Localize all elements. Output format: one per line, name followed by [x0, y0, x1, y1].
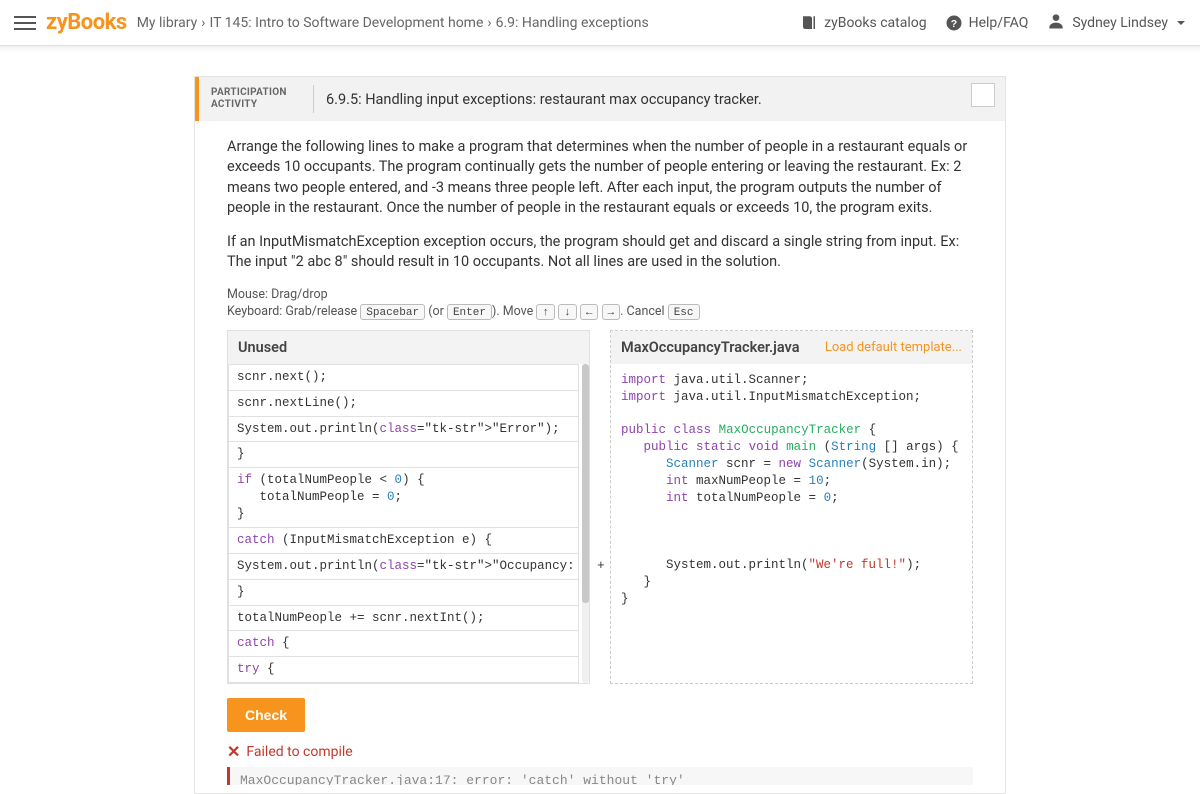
error-x-icon: ✕: [227, 742, 240, 761]
chevron-down-icon: [1176, 18, 1186, 28]
key-up: ↑: [536, 304, 555, 320]
drag-item[interactable]: System.out.println(class="tk-str">"Occup…: [228, 554, 579, 580]
progress-indicator: [971, 83, 995, 107]
error-output: MaxOccupancyTracker.java:17: error: 'cat…: [227, 767, 973, 785]
unused-panel: Unused scnr.next();scnr.nextLine();Syste…: [227, 330, 590, 684]
activity-type-label: PARTICIPATION ACTIVITY: [211, 87, 301, 111]
book-icon: [800, 14, 818, 32]
drag-list[interactable]: scnr.next();scnr.nextLine();System.out.p…: [228, 364, 589, 683]
drag-item[interactable]: }: [228, 442, 579, 468]
drag-item[interactable]: if (totalNumPeople < 0) { totalNumPeople…: [228, 468, 579, 528]
activity-description-1: Arrange the following lines to make a pr…: [227, 137, 973, 218]
drag-item[interactable]: }: [228, 580, 579, 606]
logo[interactable]: zyBooks: [46, 10, 127, 35]
top-bar: zyBooks My library › IT 145: Intro to So…: [0, 0, 1200, 46]
breadcrumb-course[interactable]: IT 145: Intro to Software Development ho…: [210, 15, 484, 31]
user-menu[interactable]: Sydney Lindsey: [1046, 11, 1186, 35]
drag-item[interactable]: totalNumPeople += scnr.nextInt();: [228, 606, 579, 632]
breadcrumb: My library › IT 145: Intro to Software D…: [137, 15, 649, 31]
drag-item[interactable]: System.out.println(class="tk-str">"Error…: [228, 417, 579, 443]
drag-item[interactable]: catch {: [228, 631, 579, 657]
catalog-link[interactable]: zyBooks catalog: [800, 14, 926, 32]
unused-header: Unused: [228, 331, 589, 364]
key-enter: Enter: [447, 304, 492, 320]
scrollbar[interactable]: [582, 364, 589, 683]
code-panel: MaxOccupancyTracker.java Load default te…: [610, 330, 973, 684]
breadcrumb-library[interactable]: My library: [137, 15, 198, 31]
code-area[interactable]: import java.util.Scanner; import java.ut…: [611, 364, 972, 654]
check-button[interactable]: Check: [227, 698, 305, 732]
code-header: MaxOccupancyTracker.java Load default te…: [611, 331, 972, 364]
hint-keyboard: Keyboard: Grab/release Spacebar (or Ente…: [227, 304, 973, 320]
activity-card: PARTICIPATION ACTIVITY 6.9.5: Handling i…: [194, 76, 1006, 794]
load-default-link[interactable]: Load default template...: [825, 340, 962, 355]
activity-title: 6.9.5: Handling input exceptions: restau…: [326, 91, 762, 108]
help-link[interactable]: ? Help/FAQ: [945, 14, 1029, 32]
drag-item[interactable]: scnr.next();: [228, 364, 579, 391]
help-icon: ?: [945, 14, 963, 32]
svg-text:?: ?: [950, 17, 956, 29]
hint-mouse: Mouse: Drag/drop: [227, 287, 973, 302]
key-left: ←: [580, 304, 599, 320]
drag-item[interactable]: scnr.nextLine();: [228, 391, 579, 417]
key-right: →: [602, 304, 621, 320]
activity-header: PARTICIPATION ACTIVITY 6.9.5: Handling i…: [195, 77, 1005, 121]
activity-description-2: If an InputMismatchException exception o…: [227, 232, 973, 273]
menu-icon[interactable]: [14, 12, 36, 34]
key-down: ↓: [558, 304, 577, 320]
avatar-icon: [1046, 11, 1066, 35]
key-esc: Esc: [668, 304, 700, 320]
key-space: Spacebar: [360, 304, 425, 320]
breadcrumb-section: 6.9: Handling exceptions: [496, 15, 649, 31]
compile-fail-row: ✕ Failed to compile: [227, 742, 973, 761]
drag-item[interactable]: catch (InputMismatchException e) {: [228, 528, 579, 554]
drag-item[interactable]: try {: [228, 657, 579, 683]
